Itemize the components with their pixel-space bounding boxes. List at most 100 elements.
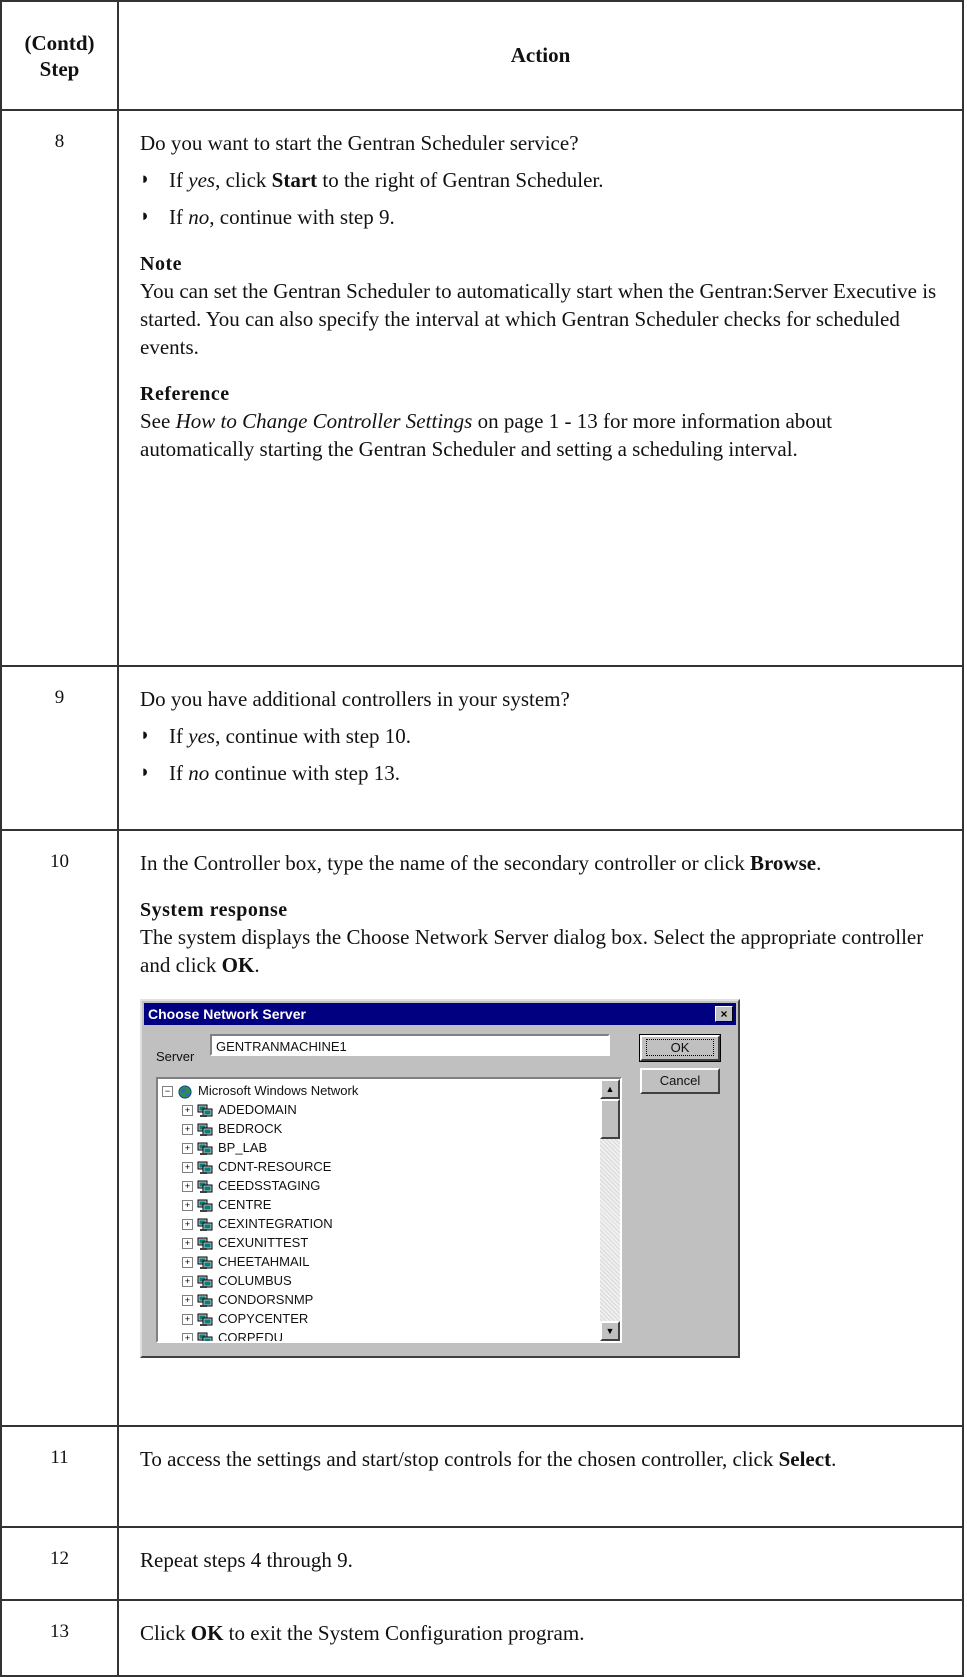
note-heading: Note bbox=[140, 253, 182, 275]
expand-icon[interactable]: + bbox=[182, 1181, 193, 1193]
note-text: You can set the Gentran Scheduler to aut… bbox=[140, 279, 937, 359]
domain-icon bbox=[197, 1237, 213, 1250]
close-icon[interactable]: × bbox=[715, 1006, 733, 1022]
domain-icon bbox=[197, 1161, 213, 1174]
domain-icon bbox=[197, 1256, 213, 1269]
bullet-icon: ◗ bbox=[140, 206, 151, 225]
system-response-text: The system displays the Choose Network S… bbox=[140, 925, 924, 977]
tree-root-item[interactable]: − Microsoft Windows Network bbox=[158, 1081, 600, 1100]
step-row-13: 13 Click OK to exit the System Configura… bbox=[0, 1599, 964, 1677]
tree-item[interactable]: + CEEDSSTAGING bbox=[158, 1176, 600, 1195]
expand-icon[interactable]: + bbox=[182, 1200, 193, 1212]
cancel-button[interactable]: Cancel bbox=[640, 1068, 720, 1094]
domain-icon bbox=[197, 1294, 213, 1307]
domain-icon bbox=[197, 1123, 213, 1136]
domain-icon bbox=[197, 1313, 213, 1326]
tree-item[interactable]: + CHEETAHMAIL bbox=[158, 1252, 600, 1271]
expand-icon[interactable]: + bbox=[182, 1143, 193, 1155]
step-row-10: 10 In the Controller box, type the name … bbox=[0, 829, 964, 1427]
domain-icon bbox=[197, 1218, 213, 1231]
tree-item-label: CONDORSNMP bbox=[218, 1292, 314, 1307]
step-header-line2: Step bbox=[39, 56, 80, 81]
step-question: Do you want to start the Gentran Schedul… bbox=[140, 131, 579, 155]
expand-icon[interactable]: + bbox=[182, 1276, 193, 1288]
reference-text: See How to Change Controller Settings on… bbox=[140, 409, 833, 461]
domain-icon bbox=[197, 1180, 213, 1193]
domain-icon bbox=[197, 1142, 213, 1155]
step-action: Repeat steps 4 through 9. bbox=[117, 1526, 964, 1601]
tree-item-label: CHEETAHMAIL bbox=[218, 1254, 310, 1269]
bullet-icon: ◗ bbox=[140, 169, 151, 188]
scroll-thumb[interactable] bbox=[600, 1099, 620, 1139]
tree-item[interactable]: + BEDROCK bbox=[158, 1119, 600, 1138]
expand-icon[interactable]: + bbox=[182, 1105, 193, 1117]
tree-item[interactable]: + CONDORSNMP bbox=[158, 1290, 600, 1309]
system-response-heading: System response bbox=[140, 899, 288, 921]
domain-icon bbox=[197, 1275, 213, 1288]
tree-item-label: CORPEDU bbox=[218, 1330, 284, 1343]
step-number: 12 bbox=[0, 1526, 119, 1601]
tree-item-label: CENTRE bbox=[218, 1197, 272, 1212]
step-row-8: 8 Do you want to start the Gentran Sched… bbox=[0, 109, 964, 667]
bullet-item: ◗ If no continue with step 13. bbox=[140, 759, 938, 787]
reference-heading: Reference bbox=[140, 383, 230, 405]
dialog-title: Choose Network Server bbox=[148, 1006, 306, 1022]
tree-item-label: COPYCENTER bbox=[218, 1311, 309, 1326]
tree-item[interactable]: + CDNT-RESOURCE bbox=[158, 1157, 600, 1176]
tree-root-label: Microsoft Windows Network bbox=[198, 1083, 359, 1098]
choose-network-server-dialog: Choose Network Server × Server GENTRANMA… bbox=[140, 999, 740, 1358]
ok-button[interactable]: OK bbox=[639, 1034, 721, 1062]
tree-item-label: CDNT-RESOURCE bbox=[218, 1159, 332, 1174]
step-question: Do you have additional controllers in yo… bbox=[140, 687, 570, 711]
step-instruction: In the Controller box, type the name of … bbox=[140, 851, 822, 875]
expand-icon[interactable]: + bbox=[182, 1295, 193, 1307]
tree-item-label: ADEDOMAIN bbox=[218, 1102, 297, 1117]
step-number: 9 bbox=[0, 665, 119, 831]
tree-item[interactable]: + COPYCENTER bbox=[158, 1309, 600, 1328]
bullet-icon: ◗ bbox=[140, 725, 151, 744]
domain-icon bbox=[197, 1332, 213, 1341]
collapse-icon[interactable]: − bbox=[162, 1086, 173, 1098]
bullet-item: ◗ If yes, click Start to the right of Ge… bbox=[140, 166, 938, 194]
expand-icon[interactable]: + bbox=[182, 1238, 193, 1250]
step-column-header: (Contd) Step bbox=[0, 0, 119, 111]
step-action: Click OK to exit the System Configuratio… bbox=[117, 1599, 964, 1677]
step-row-9: 9 Do you have additional controllers in … bbox=[0, 665, 964, 831]
network-tree[interactable]: − Microsoft Windows Network + ADEDOMAIN + BE… bbox=[156, 1077, 622, 1343]
step-number: 11 bbox=[0, 1425, 119, 1528]
domain-icon bbox=[197, 1199, 213, 1212]
step-action: In the Controller box, type the name of … bbox=[117, 829, 964, 1427]
expand-icon[interactable]: + bbox=[182, 1219, 193, 1231]
expand-icon[interactable]: + bbox=[182, 1314, 193, 1326]
tree-item[interactable]: + CEXUNITTEST bbox=[158, 1233, 600, 1252]
tree-item-label: CEXUNITTEST bbox=[218, 1235, 309, 1250]
step-action: Do you want to start the Gentran Schedul… bbox=[117, 109, 964, 667]
scroll-down-icon[interactable]: ▼ bbox=[600, 1321, 620, 1341]
action-column-header: Action bbox=[117, 0, 964, 111]
tree-item-label: BP_LAB bbox=[218, 1140, 268, 1155]
tree-scrollbar[interactable]: ▲ ▼ bbox=[600, 1079, 620, 1341]
instruction-table: (Contd) Step Action 8 Do you want to sta… bbox=[0, 0, 964, 1677]
dialog-titlebar: Choose Network Server × bbox=[144, 1003, 736, 1025]
expand-icon[interactable]: + bbox=[182, 1333, 193, 1341]
tree-item[interactable]: + BP_LAB bbox=[158, 1138, 600, 1157]
tree-item-label: CEXINTEGRATION bbox=[218, 1216, 333, 1231]
step-header-line1: (Contd) bbox=[24, 30, 95, 55]
step-row-11: 11 To access the settings and start/stop… bbox=[0, 1425, 964, 1528]
scroll-up-icon[interactable]: ▲ bbox=[600, 1079, 620, 1099]
tree-item-label: COLUMBUS bbox=[218, 1273, 292, 1288]
tree-item[interactable]: + COLUMBUS bbox=[158, 1271, 600, 1290]
expand-icon[interactable]: + bbox=[182, 1124, 193, 1136]
globe-icon bbox=[178, 1085, 192, 1099]
step-number: 13 bbox=[0, 1599, 119, 1677]
tree-item[interactable]: + CEXINTEGRATION bbox=[158, 1214, 600, 1233]
tree-item[interactable]: + CORPEDU bbox=[158, 1328, 600, 1343]
tree-item[interactable]: + ADEDOMAIN bbox=[158, 1100, 600, 1119]
tree-item[interactable]: + CENTRE bbox=[158, 1195, 600, 1214]
expand-icon[interactable]: + bbox=[182, 1257, 193, 1269]
server-input[interactable]: GENTRANMACHINE1 bbox=[210, 1034, 610, 1056]
step-action: Do you have additional controllers in yo… bbox=[117, 665, 964, 831]
step-row-12: 12 Repeat steps 4 through 9. bbox=[0, 1526, 964, 1601]
expand-icon[interactable]: + bbox=[182, 1162, 193, 1174]
step-number: 10 bbox=[0, 829, 119, 1427]
